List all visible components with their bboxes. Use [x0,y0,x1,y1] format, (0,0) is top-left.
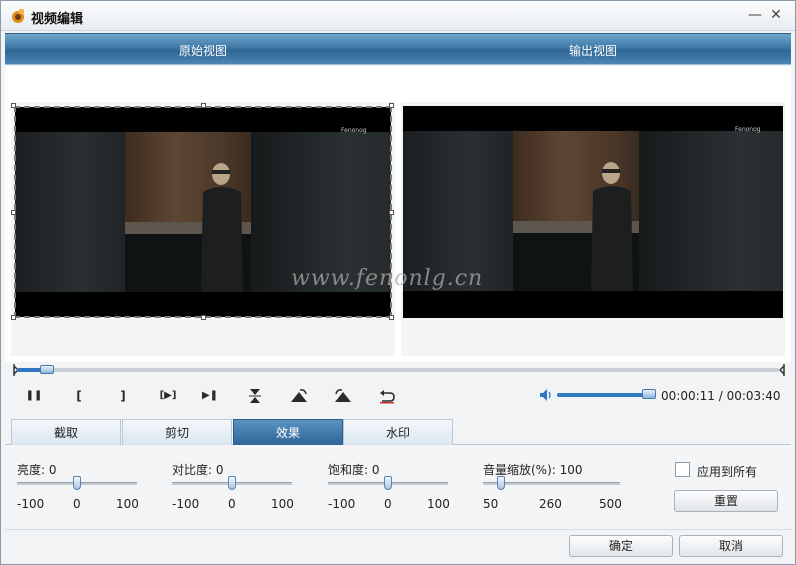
tab-effects[interactable]: 效果 [233,419,343,445]
edit-tabs: 截取 剪切 效果 水印 [5,419,791,445]
contrast-mid: 0 [228,497,236,511]
volume-scale-min: 50 [483,497,499,511]
reset-button[interactable]: 重置 [674,490,778,512]
output-view-label: 输出视图 [569,44,618,58]
crop-handle-top[interactable] [201,103,206,108]
person-figure-output [591,162,633,291]
seek-bar[interactable] [13,363,785,377]
contrast-max: 100 [271,497,294,511]
crop-handle-tr[interactable] [389,103,394,108]
contrast-thumb[interactable] [228,476,236,490]
total-time: 00:03:40 [726,389,781,403]
original-view-label: 原始视图 [179,44,228,58]
seek-thumb[interactable] [40,365,54,374]
volume-scale-thumb[interactable] [497,476,505,490]
tab-trim[interactable]: 截取 [11,419,121,445]
title-bar: 视频编辑 — ✕ [1,1,795,31]
brightness-mid: 0 [73,497,81,511]
crop-handle-tl[interactable] [11,103,16,108]
crop-handle-left[interactable] [11,210,16,215]
dialog-footer: 确定 取消 [5,531,791,563]
brightness-thumb[interactable] [73,476,81,490]
saturation-label: 饱和度: 0 [328,463,380,477]
volume-thumb[interactable] [642,389,656,399]
mark-out-button[interactable]: ] [112,386,134,406]
undo-icon[interactable] [376,386,398,406]
seek-track[interactable] [17,368,779,372]
volume-scale-mid: 260 [539,497,562,511]
cancel-button[interactable]: 取消 [679,535,783,557]
playback-controls: ❚❚ [ ] [▶] ▶❚ 00:00:11 / 00:03:40 [11,381,787,411]
rotate-left-icon[interactable] [332,386,354,406]
brightness-min: -100 [17,497,45,511]
seek-end-marker-icon[interactable] [779,364,785,376]
volume-slider[interactable] [557,393,652,397]
time-display: 00:00:11 / 00:03:40 [661,389,781,403]
crop-handle-right[interactable] [389,210,394,215]
view-header: 原始视图 输出视图 [5,33,791,65]
crop-handle-bottom[interactable] [201,315,206,320]
apply-to-all-label: 应用到所有 [697,465,758,479]
video-preview-area: Fenonog Fenonog www.fenonlg.cn [5,66,791,362]
current-time: 00:00:11 [661,389,715,403]
saturation-mid: 0 [384,497,392,511]
app-logo-icon [12,9,24,23]
window-title: 视频编辑 [31,12,84,27]
step-forward-button[interactable]: [▶] [155,386,181,406]
tab-watermark[interactable]: 水印 [343,419,453,445]
brand-logo-output: Fenonog [735,126,761,133]
saturation-max: 100 [427,497,450,511]
close-button[interactable]: ✕ [767,6,785,24]
brightness-max: 100 [116,497,139,511]
time-separator: / [718,389,723,403]
effects-panel: 亮度: 0 -100 0 100 对比度: 0 -100 0 100 饱和度: … [5,445,791,530]
crop-handle-bl[interactable] [11,315,16,320]
contrast-label: 对比度: 0 [172,463,224,477]
saturation-thumb[interactable] [384,476,392,490]
ok-button[interactable]: 确定 [569,535,673,557]
next-frame-button[interactable]: ▶❚ [199,386,221,406]
contrast-min: -100 [172,497,200,511]
tab-crop[interactable]: 剪切 [122,419,232,445]
saturation-min: -100 [328,497,356,511]
minimize-button[interactable]: — [746,6,764,24]
volume-scale-max: 500 [599,497,622,511]
flip-vertical-icon[interactable] [244,386,266,406]
mark-in-button[interactable]: [ [68,386,90,406]
rotate-right-icon[interactable] [288,386,310,406]
crop-handle-br[interactable] [389,315,394,320]
brightness-label: 亮度: 0 [17,463,57,477]
site-watermark: www.fenonlg.cn [291,266,484,291]
video-edit-window: 视频编辑 — ✕ 原始视图 输出视图 Fenonog Fenonog www.f… [0,0,796,565]
volume-icon[interactable] [539,388,555,402]
pause-button[interactable]: ❚❚ [23,386,45,406]
apply-to-all-checkbox[interactable] [675,462,690,477]
